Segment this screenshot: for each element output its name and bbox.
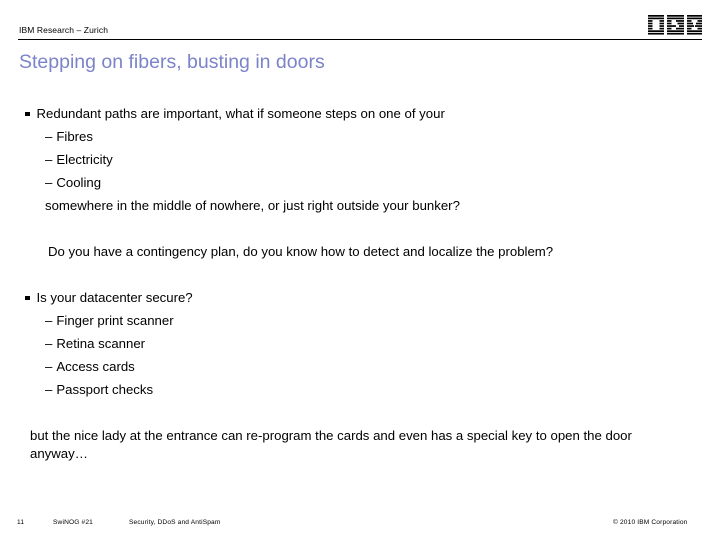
sub-bullet-text: Passport checks — [56, 382, 154, 397]
sub-bullet-item-retina-scanner: – Retina scanner — [45, 335, 145, 353]
sub-bullet-item-cooling: – Cooling — [45, 174, 101, 192]
sub-bullet-item-finger-print-scanner: – Finger print scanner — [45, 312, 174, 330]
bullet-text: Is your datacenter secure? — [36, 290, 193, 305]
footer-deck-title: Security, DDoS and AntiSpam — [129, 519, 221, 526]
page-title: Stepping on fibers, busting in doors — [19, 51, 325, 73]
ibm-logo — [648, 15, 702, 35]
sub-bullet-item-fibres: – Fibres — [45, 128, 93, 146]
dash-bullet-icon: – — [45, 129, 53, 144]
footer-page-number: 11 — [17, 519, 25, 526]
paragraph-contingency-plan: Do you have a contingency plan, do you k… — [48, 244, 554, 259]
dash-bullet-icon: – — [45, 382, 53, 397]
bullet-text: Redundant paths are important, what if s… — [36, 106, 445, 121]
bullet-item-datacenter-secure: Is your datacenter secure? — [25, 289, 193, 307]
sub-bullet-text: Finger print scanner — [56, 313, 174, 328]
dash-bullet-icon: – — [45, 175, 53, 190]
bullet-item-redundant-paths: Redundant paths are important, what if s… — [25, 105, 445, 123]
sub-bullet-text: Fibres — [56, 129, 93, 144]
dash-bullet-icon: – — [45, 336, 53, 351]
footer-copyright: © 2010 IBM Corporation — [613, 519, 688, 526]
sub-bullet-text: Cooling — [56, 175, 102, 190]
paragraph-nice-lady: but the nice lady at the entrance can re… — [30, 428, 632, 461]
square-bullet-icon — [25, 111, 30, 116]
sub-bullet-text: Electricity — [56, 152, 113, 167]
sub-bullet-item-access-cards: – Access cards — [45, 358, 135, 376]
sub-bullet-text: Access cards — [56, 359, 135, 374]
header-divider — [18, 39, 702, 40]
square-bullet-icon — [25, 295, 30, 300]
sub-bullet-item-electricity: – Electricity — [45, 151, 113, 169]
dash-bullet-icon: – — [45, 313, 53, 328]
footer-event-name: SwiNOG #21 — [53, 519, 93, 526]
dash-bullet-icon: – — [45, 359, 53, 374]
header-org-label: IBM Research – Zurich — [19, 25, 109, 35]
sub-bullet-text: Retina scanner — [56, 336, 146, 351]
slide: IBM Research – Zurich Stepping on fibers… — [0, 0, 720, 540]
sub-bullet-item-passport-checks: – Passport checks — [45, 381, 153, 399]
dash-bullet-icon: – — [45, 152, 53, 167]
bullet-continuation-text: somewhere in the middle of nowhere, or j… — [45, 198, 460, 213]
